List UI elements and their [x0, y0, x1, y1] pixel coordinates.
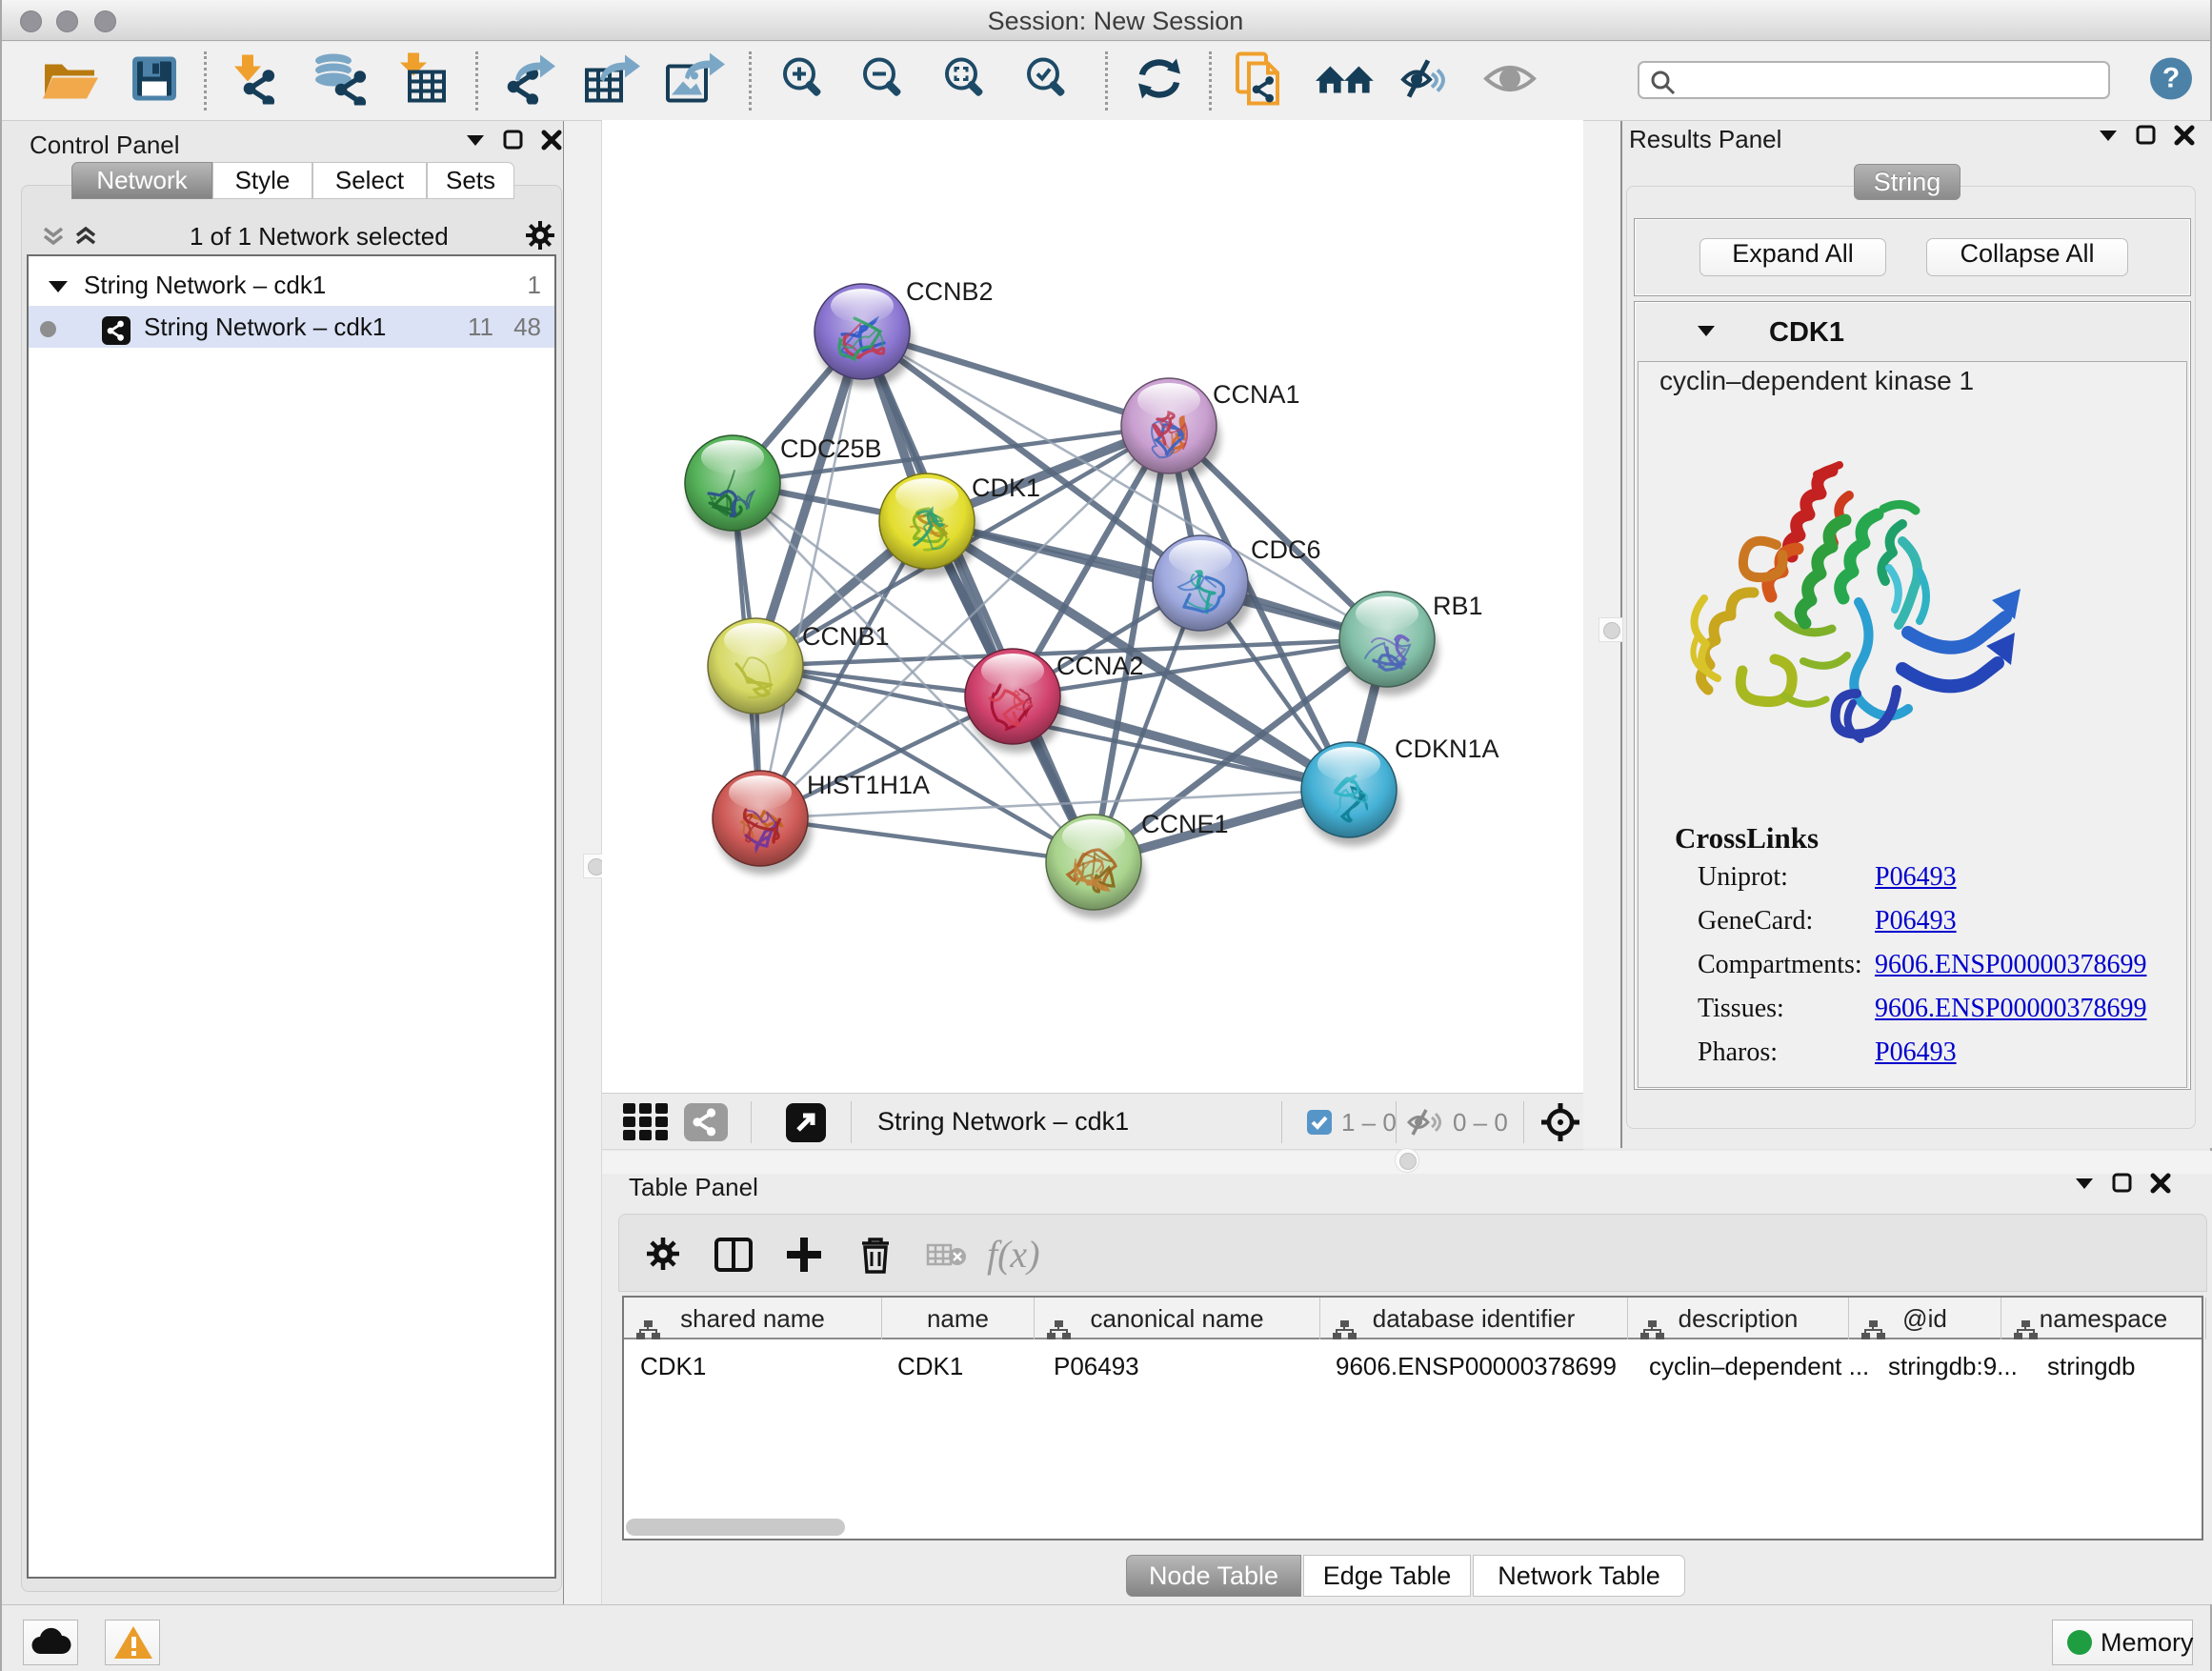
- svg-text:CCNB2: CCNB2: [906, 277, 994, 306]
- svg-text:CDK1: CDK1: [972, 473, 1040, 502]
- svg-text:CCNB1: CCNB1: [802, 622, 890, 651]
- svg-text:CDC25B: CDC25B: [780, 434, 882, 463]
- svg-text:CCNA1: CCNA1: [1213, 380, 1300, 409]
- svg-text:CCNE1: CCNE1: [1141, 810, 1229, 838]
- svg-text:RB1: RB1: [1433, 592, 1483, 620]
- svg-text:CDC6: CDC6: [1251, 535, 1321, 564]
- svg-text:HIST1H1A: HIST1H1A: [807, 771, 930, 799]
- svg-text:CDKN1A: CDKN1A: [1395, 735, 1499, 763]
- svg-text:CCNA2: CCNA2: [1056, 652, 1144, 680]
- svg-text:?: ?: [2162, 63, 2180, 94]
